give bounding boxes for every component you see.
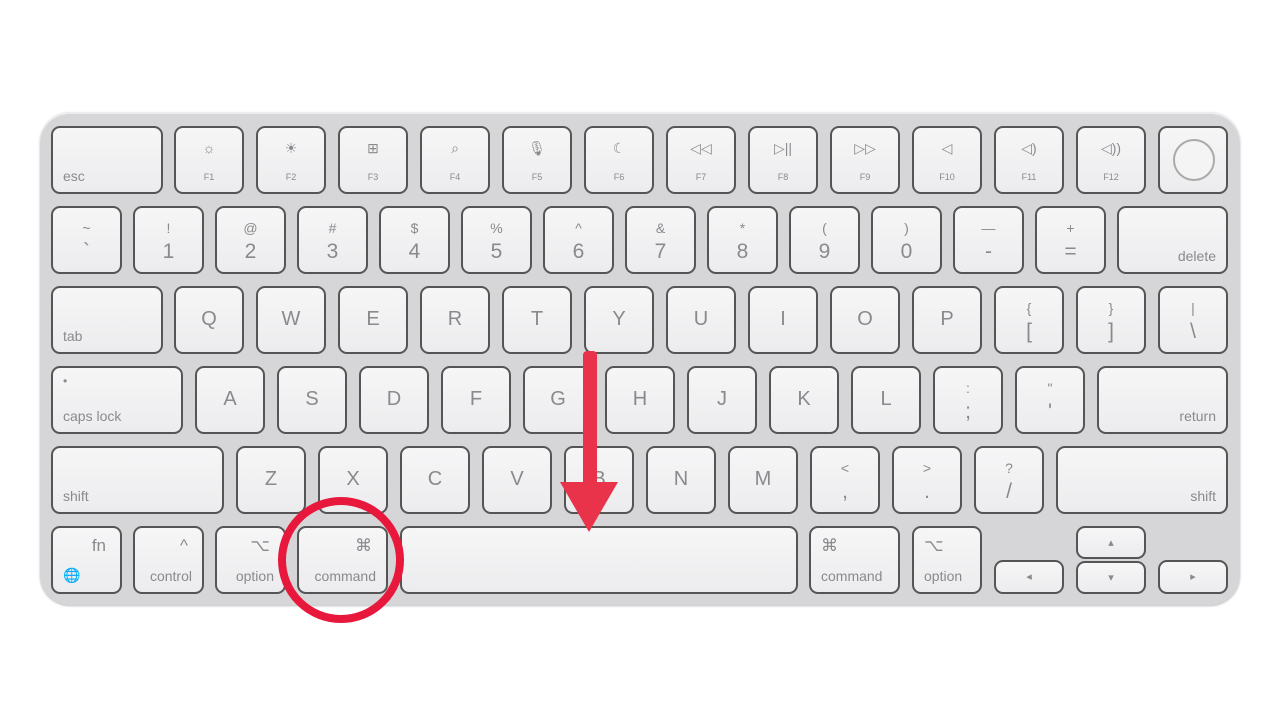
arrow-shaft [583,351,597,489]
arrow-head [560,482,618,532]
highlight-circle [278,497,404,623]
annotation-layer [278,351,618,623]
